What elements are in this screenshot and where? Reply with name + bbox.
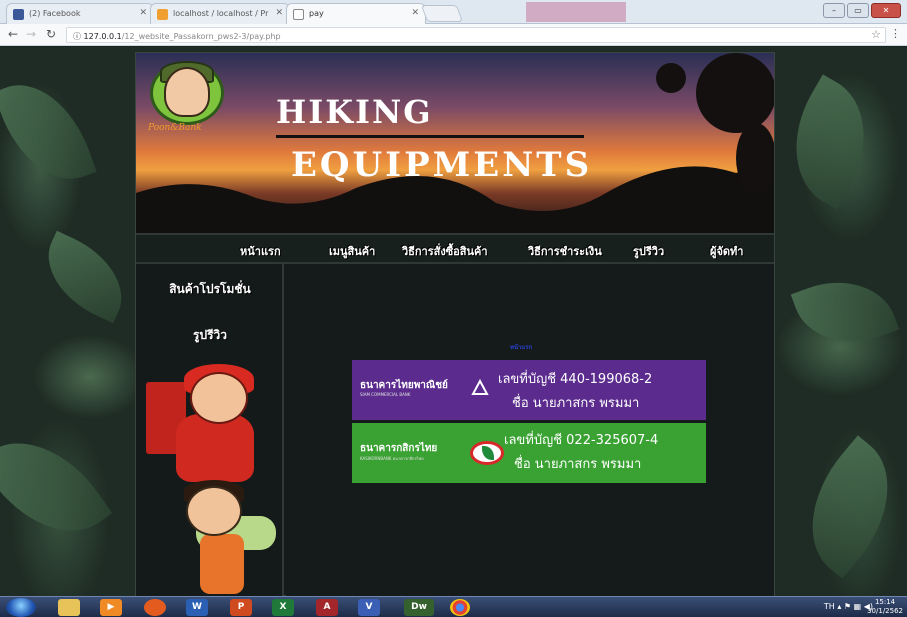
postman-illustration: [190, 372, 248, 424]
url-path: /12_website_Passakorn_pws2-3/pay.php: [121, 32, 281, 41]
visio-icon[interactable]: V: [358, 599, 380, 616]
background-leaf: [0, 414, 113, 560]
account-number: เลขที่บัญชี 022-325607-4: [504, 433, 659, 448]
logo-face: [164, 67, 210, 117]
site-title-line1: HIKING: [276, 93, 433, 131]
reload-icon[interactable]: ↻: [46, 27, 56, 41]
bank-subtitle: KASIKORNBANK ธนาคารกสิกรไทย: [360, 456, 424, 461]
logo-text: Poon&Bank: [148, 123, 202, 133]
sidebar-link-promotions[interactable]: สินค้าโปรโมชั่น: [136, 280, 284, 299]
facebook-icon: [13, 9, 24, 20]
bookmark-star-icon[interactable]: ☆: [871, 28, 881, 41]
background-leaf: [790, 263, 900, 361]
window-close-button[interactable]: ✕: [871, 3, 901, 18]
account-number: เลขที่บัญชี 440-199068-2: [498, 372, 653, 387]
media-player-icon[interactable]: ▶: [100, 599, 122, 616]
forward-arrow-icon[interactable]: →: [26, 27, 36, 41]
close-icon[interactable]: ✕: [275, 8, 283, 18]
titlebar-highlight: [526, 2, 626, 22]
hiker-body: [200, 534, 244, 594]
dreamweaver-icon[interactable]: Dw: [404, 599, 434, 616]
url-host: 127.0.0.1: [83, 32, 122, 41]
nav-authors[interactable]: ผู้จัดทำ: [710, 242, 743, 260]
powerpoint-icon[interactable]: P: [230, 599, 252, 616]
info-icon[interactable]: ⓘ: [73, 32, 84, 41]
explorer-icon[interactable]: [58, 599, 80, 616]
tree-silhouette: [656, 63, 686, 93]
clock-time: 15:14: [874, 598, 896, 606]
sidebar-link-reviews[interactable]: รูปรีวิว: [136, 326, 284, 345]
main-nav: หน้าแรก เมนูสินค้า วิธีการสั่งซื้อสินค้า…: [136, 233, 774, 264]
bank-card-kbank: ธนาคารกสิกรไทย KASIKORNBANK ธนาคารกสิกรไ…: [352, 423, 706, 483]
scb-logo-icon: [471, 378, 489, 395]
flag-icon[interactable]: ⚑: [844, 602, 851, 611]
excel-icon[interactable]: X: [272, 599, 294, 616]
sidebar: สินค้าโปรโมชั่น รูปรีวิว: [136, 264, 284, 596]
kbank-logo-icon: [470, 441, 504, 465]
page-icon: [293, 9, 304, 20]
back-arrow-icon[interactable]: ←: [8, 27, 18, 41]
bank-subtitle: SIAM COMMERCIAL BANK: [360, 392, 411, 397]
menu-icon[interactable]: ⋮: [890, 27, 901, 40]
clock-date: 30/1/2562: [867, 607, 903, 615]
maximize-button[interactable]: ▭: [847, 3, 869, 18]
account-holder: ชื่อ นายภาสกร พรมมา: [512, 396, 640, 411]
window-controls: – ▭ ✕: [823, 3, 901, 18]
bank-name: ธนาคารกสิกรไทย: [360, 443, 438, 454]
address-bar[interactable]: ⓘ 127.0.0.1/12_website_Passakorn_pws2-3/…: [66, 27, 886, 43]
browser-toolbar: ← → ↻ ⓘ 127.0.0.1/12_website_Passakorn_p…: [0, 24, 907, 46]
title-divider: [276, 135, 584, 138]
tab-pay[interactable]: pay ✕: [286, 3, 426, 24]
nav-products[interactable]: เมนูสินค้า: [329, 242, 375, 260]
tree-silhouette: [736, 123, 774, 193]
screen: (2) Facebook ✕ localhost / localhost / P…: [0, 0, 907, 617]
start-button[interactable]: [6, 598, 36, 617]
minimize-button[interactable]: –: [823, 3, 845, 18]
nav-how-to-order[interactable]: วิธีการสั่งซื้อสินค้า: [402, 242, 488, 260]
website-container: Poon&Bank HIKING EQUIPMENTS หน้าแรก เมนู…: [135, 52, 775, 596]
tab-label: localhost / localhost / Pr: [173, 9, 269, 18]
tab-label: pay: [309, 9, 324, 18]
tab-facebook[interactable]: (2) Facebook ✕: [6, 3, 154, 24]
tree-silhouette: [696, 53, 774, 133]
phpmyadmin-icon: [157, 9, 168, 20]
taskbar: ▶ W P X A V Dw TH ▴ ⚑ ▦ ◀) 15:14 30/1/25…: [0, 596, 907, 617]
word-icon[interactable]: W: [186, 599, 208, 616]
language-indicator[interactable]: TH: [824, 602, 835, 611]
close-icon[interactable]: ✕: [411, 8, 419, 18]
browser-tab-strip: (2) Facebook ✕ localhost / localhost / P…: [0, 0, 907, 24]
hiker-illustration: [186, 486, 242, 536]
postman-body: [176, 414, 254, 482]
header-banner: Poon&Bank HIKING EQUIPMENTS: [136, 53, 774, 233]
network-icon[interactable]: ▦: [854, 602, 864, 611]
content-link[interactable]: หน้าแรก: [510, 342, 532, 352]
system-tray: TH ▴ ⚑ ▦ ◀): [824, 602, 873, 611]
access-icon[interactable]: A: [316, 599, 338, 616]
chrome-icon[interactable]: [450, 599, 470, 616]
tab-label: (2) Facebook: [29, 9, 81, 18]
tab-phpmyadmin[interactable]: localhost / localhost / Pr ✕: [150, 3, 290, 24]
clock[interactable]: 15:14 30/1/2562: [867, 598, 903, 616]
site-title-line2: EQUIPMENTS: [291, 145, 593, 185]
background-leaf: [767, 74, 893, 210]
nav-payment[interactable]: วิธีการชำระเงิน: [528, 242, 602, 260]
background-leaf: [0, 68, 97, 196]
nav-home[interactable]: หน้าแรก: [240, 242, 281, 260]
bank-name: ธนาคารไทยพาณิชย์: [360, 380, 448, 391]
bank-card-scb: ธนาคารไทยพาณิชย์ SIAM COMMERCIAL BANK เล…: [352, 360, 706, 420]
account-holder: ชื่อ นายภาสกร พรมมา: [514, 457, 642, 472]
background-leaf: [780, 435, 907, 579]
new-tab-button[interactable]: [420, 5, 464, 22]
page-viewport: Poon&Bank HIKING EQUIPMENTS หน้าแรก เมนู…: [0, 47, 907, 596]
close-icon[interactable]: ✕: [139, 8, 147, 18]
nav-reviews[interactable]: รูปรีวิว: [633, 242, 664, 260]
background-leaf: [31, 230, 139, 324]
firefox-icon[interactable]: [144, 599, 166, 616]
main-content: หน้าแรก ธนาคารไทยพาณิชย์ SIAM COMMERCIAL…: [286, 264, 774, 596]
